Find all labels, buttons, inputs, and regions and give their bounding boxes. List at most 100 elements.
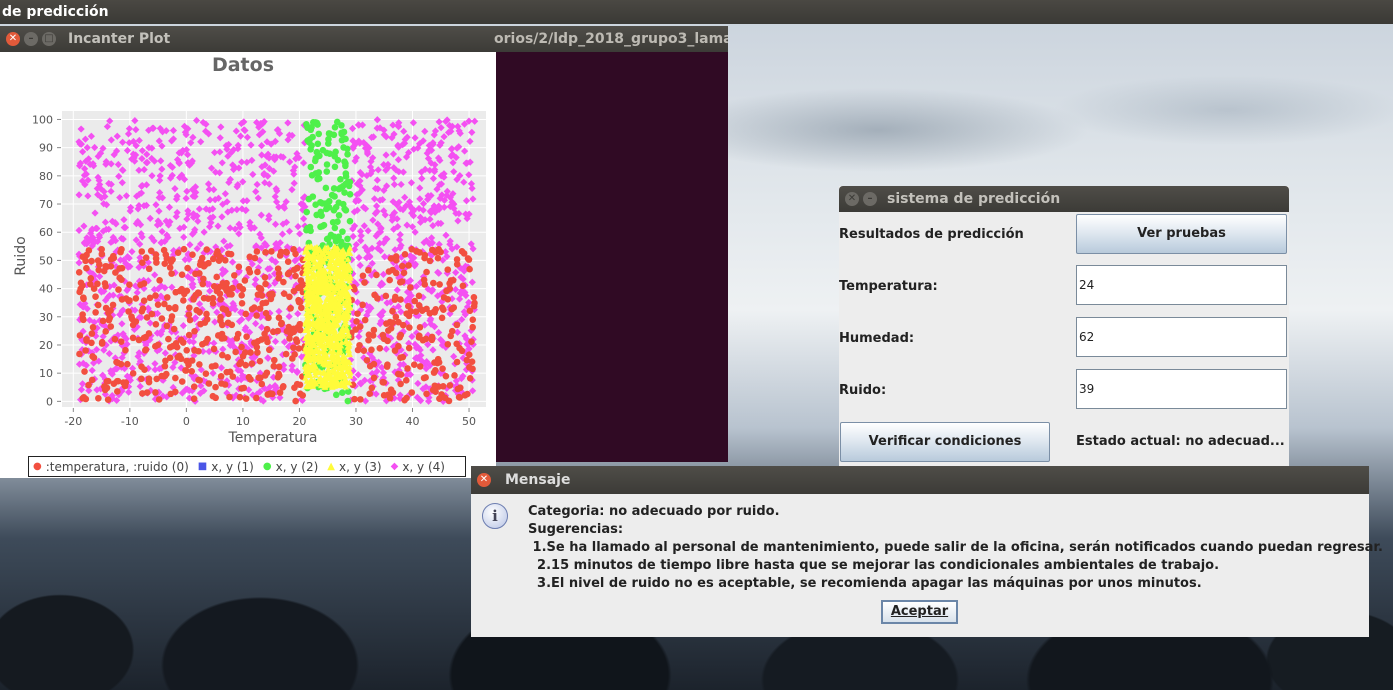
data-point xyxy=(100,267,108,275)
close-icon[interactable]: ✕ xyxy=(6,32,20,46)
data-point xyxy=(145,265,153,273)
data-point xyxy=(154,341,162,349)
data-point xyxy=(340,128,348,136)
data-point xyxy=(453,321,461,329)
data-point xyxy=(276,252,284,259)
data-point xyxy=(402,377,410,384)
data-point xyxy=(180,245,188,253)
x-tick-label: 50 xyxy=(462,415,476,428)
data-point xyxy=(98,338,106,346)
data-point xyxy=(100,383,108,390)
data-point xyxy=(271,356,278,364)
verify-conditions-button[interactable]: Verificar condiciones xyxy=(840,422,1050,462)
data-point xyxy=(286,293,293,301)
data-point xyxy=(456,344,463,352)
noise-label: Ruido: xyxy=(839,383,887,398)
data-point xyxy=(359,272,367,280)
data-point xyxy=(163,322,171,330)
data-point xyxy=(246,253,254,261)
data-point xyxy=(138,390,146,397)
legend-label: x, y (4) xyxy=(402,459,445,474)
data-point xyxy=(304,137,312,144)
data-point xyxy=(177,355,185,363)
data-point xyxy=(76,350,83,358)
data-point xyxy=(447,332,455,340)
data-point xyxy=(155,396,163,403)
data-point xyxy=(242,310,250,318)
data-point xyxy=(182,367,189,374)
data-point xyxy=(82,347,89,354)
data-point xyxy=(366,390,374,398)
data-point xyxy=(242,395,250,402)
data-point xyxy=(257,374,264,382)
chart-legend: ●:temperatura, :ruido (0) ■ x, y (1) ● x, y … xyxy=(28,456,466,477)
data-point xyxy=(383,320,390,327)
data-point xyxy=(296,298,304,306)
data-point xyxy=(285,269,293,276)
data-point xyxy=(172,374,179,382)
data-point xyxy=(454,385,462,393)
data-point xyxy=(396,278,404,286)
data-point xyxy=(407,284,414,291)
data-point xyxy=(197,320,204,328)
data-point xyxy=(442,372,450,380)
data-point xyxy=(455,393,463,401)
data-point xyxy=(238,343,245,351)
close-icon[interactable]: ✕ xyxy=(845,192,859,206)
data-point xyxy=(389,307,396,315)
data-point xyxy=(361,279,368,286)
data-point xyxy=(178,285,186,293)
data-point xyxy=(294,264,301,272)
data-point xyxy=(118,296,126,303)
accept-button[interactable]: Aceptar xyxy=(881,600,958,624)
data-point xyxy=(251,339,258,347)
data-point xyxy=(80,295,87,303)
message-line: 1.Se ha llamado al personal de mantenimi… xyxy=(528,540,1383,555)
data-point xyxy=(284,258,292,266)
data-point xyxy=(96,261,103,268)
data-point xyxy=(450,304,458,311)
data-point xyxy=(200,275,207,283)
data-point xyxy=(110,254,118,262)
data-point xyxy=(270,328,277,336)
minimize-icon[interactable]: – xyxy=(863,192,877,206)
message-line: 2.15 minutos de tiempo libre hasta que s… xyxy=(528,558,1220,573)
noise-field[interactable]: 39 xyxy=(1076,369,1287,409)
data-point xyxy=(408,389,416,396)
data-point xyxy=(161,362,169,370)
data-point xyxy=(236,360,243,368)
data-point xyxy=(184,264,191,272)
message-dialog-titlebar[interactable]: ✕ Mensaje xyxy=(471,466,1369,494)
data-point xyxy=(250,304,258,311)
data-point xyxy=(132,295,140,302)
data-point xyxy=(298,304,305,312)
data-point xyxy=(210,345,218,353)
data-point xyxy=(228,321,236,329)
data-point xyxy=(132,318,140,325)
data-point xyxy=(79,282,86,289)
data-point xyxy=(168,270,175,277)
data-point xyxy=(343,145,351,153)
data-point xyxy=(383,363,391,370)
plot-window-titlebar[interactable]: ✕ – □ Incanter Plot orios/2/ldp_2018_gru… xyxy=(0,26,728,52)
y-tick-label: 0 xyxy=(46,395,53,408)
data-point xyxy=(154,301,162,309)
data-point xyxy=(186,316,194,324)
data-point xyxy=(408,246,416,253)
close-icon[interactable]: ✕ xyxy=(477,473,491,487)
data-point xyxy=(399,321,407,329)
data-point xyxy=(339,389,346,396)
minimize-icon[interactable]: – xyxy=(24,32,38,46)
data-point xyxy=(267,291,275,299)
data-point xyxy=(233,335,241,342)
prediction-window-titlebar[interactable]: ✕ – sistema de predicción xyxy=(839,186,1289,212)
maximize-icon[interactable]: □ xyxy=(42,32,56,46)
data-point xyxy=(94,301,102,309)
plot-window-title: Incanter Plot xyxy=(68,31,171,47)
temperature-field[interactable]: 24 xyxy=(1076,265,1287,305)
data-point xyxy=(292,250,299,258)
ver-pruebas-button[interactable]: Ver pruebas xyxy=(1076,214,1287,254)
data-point xyxy=(444,340,452,348)
data-point xyxy=(352,326,359,333)
humidity-field[interactable]: 62 xyxy=(1076,317,1287,357)
